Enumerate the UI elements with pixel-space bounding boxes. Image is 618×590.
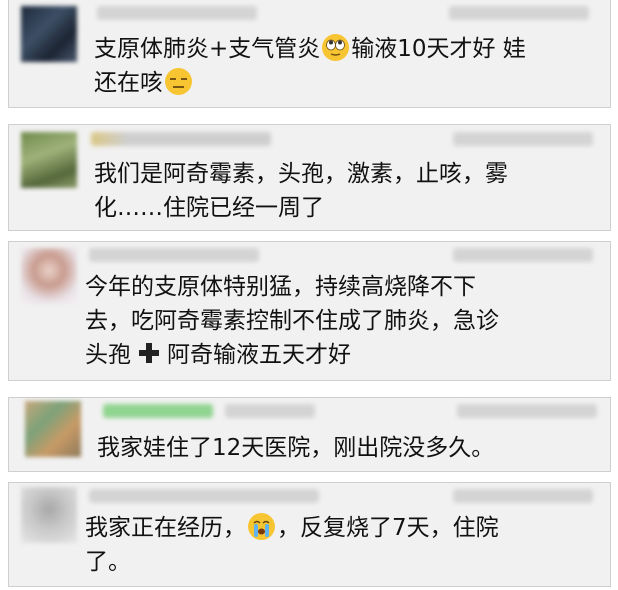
- timestamp-blur-5: [453, 489, 593, 503]
- comment-1-line1-a: 支原体肺炎+支气管炎: [94, 36, 321, 62]
- rolling-eyes-emoji-icon: [322, 34, 350, 61]
- comment-5-line1-b: ，反复烧了7天，住院: [277, 515, 499, 541]
- comment-text-1: 支原体肺炎+支气管炎 输液10天才好 娃 还在咳: [94, 32, 526, 100]
- avatar-1: [21, 6, 77, 62]
- expressionless-emoji-icon: [165, 68, 192, 95]
- username-blur-5: [89, 489, 319, 503]
- username-blur-3: [89, 248, 259, 262]
- meta-blur-4: [225, 404, 315, 418]
- comment-card-5: 我家正在经历， ，反复烧了7天，住院 了。: [8, 482, 611, 587]
- comment-4-line1: 我家娃住了12天医院，刚出院没多久。: [97, 435, 495, 461]
- avatar-5: [21, 487, 77, 543]
- username-blur-4: [103, 404, 213, 418]
- comment-1-line1-b: 输液10天才好 娃: [351, 36, 526, 62]
- comment-card-4: 我家娃住了12天医院，刚出院没多久。: [8, 397, 611, 472]
- comment-1-line2: 还在咳: [94, 70, 163, 96]
- avatar-3: [21, 248, 77, 304]
- comment-2-line2: 化……住院已经一周了: [94, 195, 324, 221]
- comment-3-line3-a: 头孢: [85, 342, 131, 368]
- comment-5-line2: 了。: [85, 549, 131, 575]
- comment-text-3: 今年的支原体特别猛，持续高烧降不下 去，吃阿奇霉素控制不住成了肺炎，急诊 头孢 阿…: [85, 270, 499, 372]
- comment-text-4: 我家娃住了12天医院，刚出院没多久。: [97, 431, 494, 465]
- comment-card-2: 我们是阿奇霉素，头孢，激素，止咳，雾 化……住院已经一周了: [8, 124, 611, 231]
- comment-text-2: 我们是阿奇霉素，头孢，激素，止咳，雾 化……住院已经一周了: [94, 157, 508, 225]
- comment-text-5: 我家正在经历， ，反复烧了7天，住院 了。: [85, 511, 499, 579]
- comment-2-line1: 我们是阿奇霉素，头孢，激素，止咳，雾: [94, 161, 508, 187]
- avatar-4: [25, 401, 81, 457]
- crying-emoji-icon: [248, 513, 275, 540]
- comment-card-3: 今年的支原体特别猛，持续高烧降不下 去，吃阿奇霉素控制不住成了肺炎，急诊 头孢 阿…: [8, 241, 611, 381]
- comment-3-line3-b: 阿奇输液五天才好: [167, 342, 351, 368]
- timestamp-blur-1: [449, 6, 589, 20]
- comment-3-line2: 去，吃阿奇霉素控制不住成了肺炎，急诊: [85, 308, 499, 334]
- plus-icon: [137, 341, 161, 365]
- timestamp-blur-3: [453, 248, 593, 262]
- timestamp-blur-4: [457, 404, 597, 418]
- comment-5-line1-a: 我家正在经历，: [85, 515, 246, 541]
- timestamp-blur-2: [453, 132, 593, 146]
- avatar-2: [21, 132, 77, 188]
- username-blur-1: [97, 6, 257, 20]
- comment-3-line1: 今年的支原体特别猛，持续高烧降不下: [85, 274, 476, 300]
- username-blur-2: [91, 132, 271, 146]
- comment-card-1: 支原体肺炎+支气管炎 输液10天才好 娃 还在咳: [8, 0, 611, 108]
